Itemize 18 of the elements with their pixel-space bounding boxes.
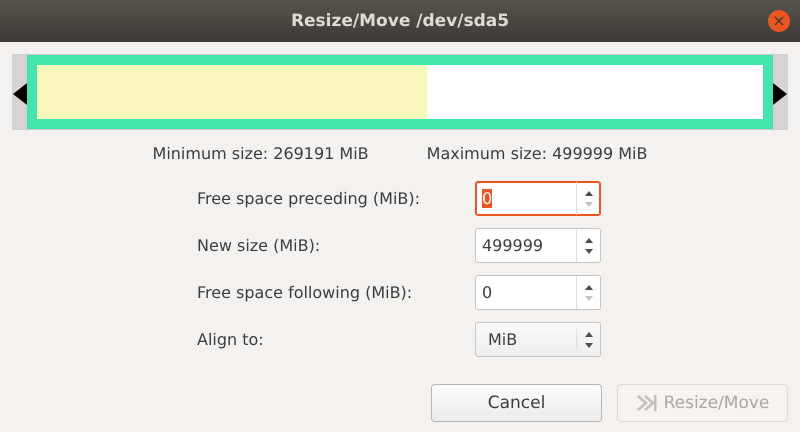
spin-field[interactable]: 0 bbox=[475, 181, 601, 216]
increment-icon[interactable] bbox=[584, 190, 592, 196]
cancel-button[interactable]: Cancel bbox=[431, 384, 602, 422]
align-dropdown[interactable]: MiB bbox=[475, 322, 601, 357]
minimum-size-label: Minimum size: 269191 MiB bbox=[152, 144, 369, 163]
maximum-size-label: Maximum size: 499999 MiB bbox=[426, 144, 648, 163]
field-label: Free space preceding (MiB): bbox=[197, 189, 422, 208]
field-label: Align to: bbox=[197, 330, 265, 349]
increment-icon[interactable] bbox=[584, 284, 592, 290]
field-label: Free space following (MiB): bbox=[197, 283, 414, 302]
field-label: New size (MiB): bbox=[197, 236, 322, 255]
window-title: Resize/Move /dev/sda5 bbox=[290, 11, 510, 31]
increment-icon[interactable] bbox=[584, 332, 592, 336]
spin-field[interactable]: 0 bbox=[475, 275, 601, 310]
decrement-icon[interactable] bbox=[584, 248, 592, 254]
spin-field[interactable]: 499999 bbox=[475, 228, 601, 263]
increment-icon[interactable] bbox=[584, 238, 592, 242]
decrement-icon[interactable] bbox=[584, 342, 592, 348]
